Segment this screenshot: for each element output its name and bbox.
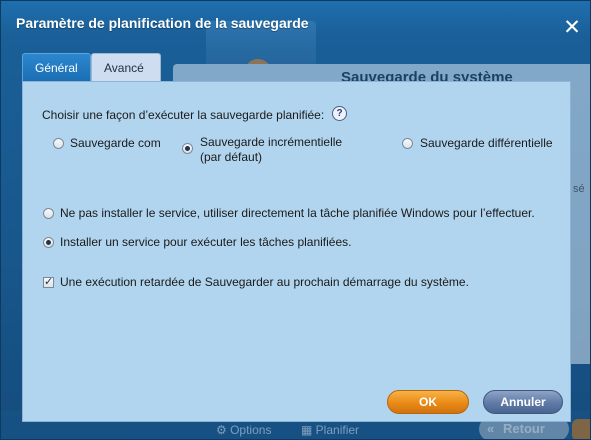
radio-install-service[interactable] [43, 237, 54, 248]
radio-full-backup-label[interactable]: Sauvegarde com [70, 136, 161, 151]
close-icon[interactable]: ✕ [562, 17, 582, 38]
background-row-text: sé [573, 183, 585, 195]
radio-no-service[interactable] [43, 208, 54, 219]
help-icon[interactable]: ? [332, 106, 347, 121]
cancel-button[interactable]: Annuler [483, 390, 563, 414]
radio-full-backup[interactable] [53, 138, 64, 149]
dialog-title: Paramètre de planification de la sauvega… [16, 15, 309, 31]
radio-incremental-backup[interactable] [182, 143, 193, 154]
backup-method-label: Choisir une façon d’exécuter la sauvegar… [42, 108, 325, 122]
background-schedule-link: ▦ Planifier [301, 423, 360, 437]
incremental-label-line2: (par défaut) [200, 150, 263, 164]
radio-differential-backup-label[interactable]: Sauvegarde différentielle [420, 136, 553, 151]
incremental-label-line1: Sauvegarde incrémentielle [200, 135, 343, 149]
tab-general[interactable]: Général [22, 53, 91, 81]
tab-advanced[interactable]: Avancé [91, 53, 161, 81]
dialog-window: Sauvegarde du système sé ⚙ Options ▦ Pla… [0, 0, 591, 440]
radio-incremental-backup-label[interactable]: Sauvegarde incrémentielle (par défaut) [200, 135, 342, 165]
tab-content-panel: Choisir une façon d’exécuter la sauvegar… [22, 81, 571, 422]
background-orange-tab [572, 419, 590, 439]
radio-no-service-label[interactable]: Ne pas installer le service, utiliser di… [60, 206, 535, 221]
ok-button[interactable]: OK [387, 390, 469, 414]
checkbox-delayed-run[interactable] [43, 275, 54, 288]
radio-install-service-label[interactable]: Installer un service pour exécuter les t… [60, 235, 352, 250]
radio-differential-backup[interactable] [402, 138, 413, 149]
background-options-link: ⚙ Options [216, 423, 272, 437]
checkbox-delayed-run-label[interactable]: Une exécution retardée de Sauvegarder au… [60, 275, 469, 290]
